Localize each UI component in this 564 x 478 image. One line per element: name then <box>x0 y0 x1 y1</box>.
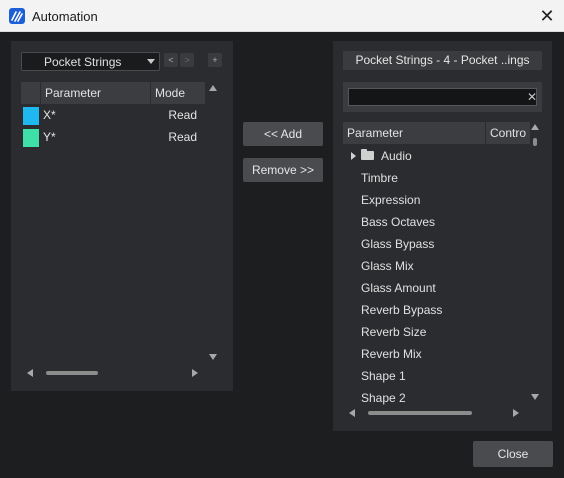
folder-row-audio[interactable]: Audio <box>349 145 509 167</box>
lane-mode[interactable]: Read <box>168 130 197 144</box>
parameter-item[interactable]: Reverb Bypass <box>361 299 442 321</box>
parameter-item[interactable]: Glass Amount <box>361 277 436 299</box>
lane-mode[interactable]: Read <box>168 108 197 122</box>
add-button[interactable]: << Add <box>243 122 323 146</box>
parameter-item[interactable]: Expression <box>361 189 420 211</box>
lane-color-swatch <box>23 129 39 147</box>
scroll-up-icon[interactable] <box>209 85 217 91</box>
column-header-parameter[interactable]: Parameter <box>343 122 486 144</box>
color-column-header <box>21 82 41 104</box>
lane-name: X* <box>43 108 56 122</box>
column-header-control[interactable]: Contro <box>486 122 530 144</box>
lane-color-swatch <box>23 107 39 125</box>
app-logo-icon <box>9 8 25 24</box>
next-track-button[interactable]: > <box>180 53 194 67</box>
scroll-up-icon[interactable] <box>531 124 539 130</box>
clear-search-icon[interactable]: ✕ <box>525 90 539 104</box>
lane-name: Y* <box>43 130 56 144</box>
parameter-item[interactable]: Timbre <box>361 167 398 189</box>
scroll-right-icon[interactable] <box>513 409 519 417</box>
horizontal-scrollbar-thumb[interactable] <box>46 371 98 375</box>
parameter-item[interactable]: Reverb Mix <box>361 343 422 365</box>
close-button[interactable]: Close <box>473 441 553 467</box>
vertical-scrollbar-thumb[interactable] <box>533 138 537 146</box>
search-bar: ✕ <box>343 82 542 112</box>
parameter-item[interactable]: Bass Octaves <box>361 211 435 233</box>
parameter-browser-panel: Pocket Strings - 4 - Pocket ..ings ✕ Par… <box>333 41 552 431</box>
chevron-down-icon <box>147 59 155 64</box>
expand-caret-icon[interactable] <box>351 152 356 160</box>
scroll-right-icon[interactable] <box>192 369 198 377</box>
column-header-parameter[interactable]: Parameter <box>41 82 151 104</box>
lanes-table-header: Parameter Mode <box>21 82 205 104</box>
track-selector-dropdown[interactable]: Pocket Strings <box>21 52 160 71</box>
parameter-item[interactable]: Reverb Size <box>361 321 426 343</box>
window-close-icon[interactable]: ✕ <box>536 6 558 26</box>
scroll-left-icon[interactable] <box>349 409 355 417</box>
folder-label: Audio <box>381 149 412 163</box>
parameter-item[interactable]: Glass Mix <box>361 255 414 277</box>
lane-row[interactable]: X* Read <box>23 105 203 127</box>
column-header-mode[interactable]: Mode <box>151 82 205 104</box>
track-selector-label: Pocket Strings <box>44 55 122 69</box>
search-input[interactable] <box>348 88 537 106</box>
automation-dialog: Pocket Strings < > + Parameter Mode X* R… <box>0 32 564 478</box>
scroll-down-icon[interactable] <box>209 354 217 360</box>
parameters-table-header: Parameter Contro <box>343 122 530 144</box>
horizontal-scrollbar-thumb[interactable] <box>368 411 472 415</box>
scroll-left-icon[interactable] <box>27 369 33 377</box>
parameter-item[interactable]: Shape 1 <box>361 365 406 387</box>
window-title: Automation <box>32 9 98 24</box>
add-lane-button[interactable]: + <box>208 53 222 67</box>
parameter-item[interactable]: Glass Bypass <box>361 233 434 255</box>
scroll-down-icon[interactable] <box>531 394 539 400</box>
automation-lanes-panel: Pocket Strings < > + Parameter Mode X* R… <box>11 41 233 391</box>
parameter-item[interactable]: Shape 2 <box>361 387 406 409</box>
remove-button[interactable]: Remove >> <box>243 158 323 182</box>
folder-icon <box>361 149 374 160</box>
lane-row[interactable]: Y* Read <box>23 127 203 149</box>
title-bar: Automation ✕ <box>0 0 564 32</box>
prev-track-button[interactable]: < <box>164 53 178 67</box>
device-title: Pocket Strings - 4 - Pocket ..ings <box>343 51 542 70</box>
